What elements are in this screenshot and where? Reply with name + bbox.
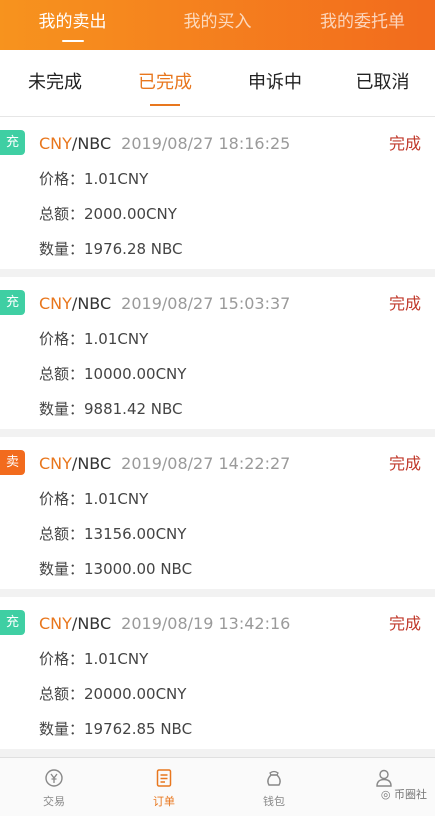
active-tab-indicator	[61, 40, 84, 42]
order-type-badge: 充	[0, 290, 25, 315]
coin-icon	[45, 769, 63, 787]
pair-base: CNY	[39, 134, 72, 153]
order-status: 完成	[388, 134, 421, 153]
order-price: 价格：1.01CNY	[39, 490, 149, 508]
active-subtab-indicator	[150, 104, 180, 106]
top-tab-bar: 我的卖出 我的买入 我的委托单	[0, 0, 435, 50]
order-quantity: 数量：1976.28 NBC	[39, 240, 183, 258]
nav-wallet[interactable]: 钱包	[220, 758, 328, 816]
order-header: CNY/NBC 2019/08/27 15:03:37	[39, 291, 290, 316]
order-total: 总额：13156.00CNY	[39, 525, 187, 543]
order-quantity: 数量：19762.85 NBC	[39, 720, 193, 738]
pair-base: CNY	[39, 454, 72, 473]
pair-quote: /NBC	[71, 614, 112, 633]
order-list: 充 CNY/NBC 2019/08/27 18:16:25 完成 价格：1.01C…	[0, 117, 435, 757]
wallet-bag-icon	[267, 770, 281, 786]
order-status: 完成	[388, 614, 421, 633]
subtab-incomplete[interactable]: 未完成	[0, 50, 110, 116]
order-card[interactable]: 卖 CNY/NBC 2019/08/27 14:22:27 完成 价格：1.01C…	[0, 437, 435, 589]
order-list-icon	[156, 769, 172, 787]
order-total: 总额：2000.00CNY	[39, 205, 177, 223]
status-filter-bar: 未完成 已完成 申诉中 已取消	[0, 50, 435, 117]
watermark: ◎ 币圈社	[381, 786, 427, 802]
order-header: CNY/NBC 2019/08/27 14:22:27	[39, 451, 290, 476]
tab-my-orders[interactable]: 我的委托单	[290, 0, 435, 50]
order-type-badge: 充	[0, 610, 25, 635]
pair-base: CNY	[39, 294, 72, 313]
order-status: 完成	[388, 294, 421, 313]
order-card[interactable]: 充 CNY/NBC 2019/08/19 13:42:16 完成 价格：1.01C…	[0, 597, 435, 749]
order-time: 2019/08/19 13:42:16	[121, 614, 291, 633]
pair-quote: /NBC	[71, 134, 112, 153]
tab-my-buy-label: 我的买入	[183, 12, 252, 32]
wechat-icon: ◎	[380, 788, 391, 801]
watermark-text: 币圈社	[394, 788, 427, 801]
subtab-incomplete-label: 未完成	[28, 72, 82, 93]
order-price: 价格：1.01CNY	[39, 330, 149, 348]
subtab-cancelled-label: 已取消	[355, 72, 410, 93]
user-icon	[376, 769, 392, 787]
nav-orders-label: 订单	[153, 795, 175, 808]
subtab-completed-label: 已完成	[138, 72, 192, 93]
nav-trade-label: 交易	[43, 795, 65, 808]
subtab-appealing-label: 申诉中	[248, 72, 302, 93]
order-type-badge: 充	[0, 130, 25, 155]
order-time: 2019/08/27 15:03:37	[121, 294, 291, 313]
bottom-nav: 交易 订单 钱包	[0, 757, 435, 816]
order-status: 完成	[388, 454, 421, 473]
pair-quote: /NBC	[71, 454, 112, 473]
order-card[interactable]: 充 CNY/NBC 2019/08/27 18:16:25 完成 价格：1.01C…	[0, 117, 435, 269]
order-time: 2019/08/27 14:22:27	[121, 454, 291, 473]
pair-base: CNY	[39, 614, 72, 633]
subtab-cancelled[interactable]: 已取消	[330, 50, 435, 116]
order-total: 总额：20000.00CNY	[39, 685, 187, 703]
nav-orders[interactable]: 订单	[110, 758, 218, 816]
tab-my-buy[interactable]: 我的买入	[145, 0, 290, 50]
order-total: 总额：10000.00CNY	[39, 365, 187, 383]
tab-my-orders-label: 我的委托单	[320, 12, 405, 32]
nav-wallet-label: 钱包	[263, 795, 285, 808]
order-type-badge: 卖	[0, 450, 25, 475]
order-price: 价格：1.01CNY	[39, 170, 149, 188]
subtab-completed[interactable]: 已完成	[110, 50, 220, 116]
order-time: 2019/08/27 18:16:25	[121, 134, 291, 153]
order-card[interactable]: 充 CNY/NBC 2019/08/27 15:03:37 完成 价格：1.01C…	[0, 277, 435, 429]
order-price: 价格：1.01CNY	[39, 650, 149, 668]
tab-my-sell-label: 我的卖出	[38, 12, 107, 32]
order-header: CNY/NBC 2019/08/19 13:42:16	[39, 611, 290, 636]
nav-trade[interactable]: 交易	[0, 758, 108, 816]
tab-my-sell[interactable]: 我的卖出	[0, 0, 145, 50]
pair-quote: /NBC	[71, 294, 112, 313]
subtab-appealing[interactable]: 申诉中	[220, 50, 330, 116]
order-quantity: 数量：13000.00 NBC	[39, 560, 193, 578]
order-header: CNY/NBC 2019/08/27 18:16:25	[39, 131, 290, 156]
order-quantity: 数量：9881.42 NBC	[39, 400, 183, 418]
